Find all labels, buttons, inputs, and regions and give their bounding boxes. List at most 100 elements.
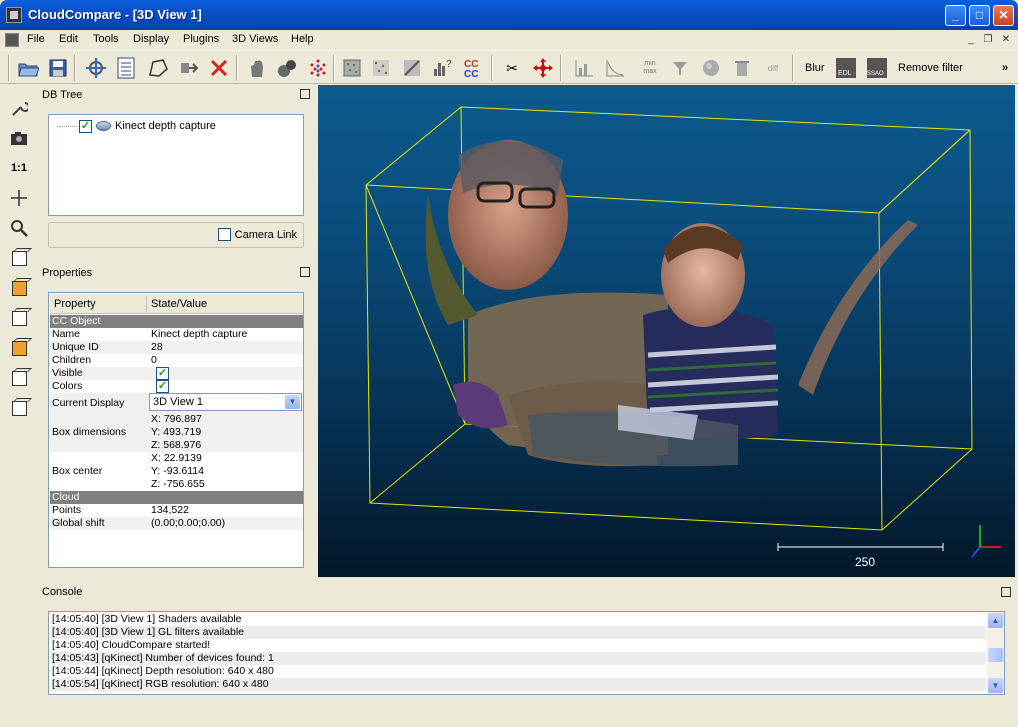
sphere-icon[interactable] [699,56,723,80]
menu-edit[interactable]: Edit [59,33,78,45]
properties-list-icon[interactable] [114,56,138,80]
table-row: Points 134,522 [50,504,303,517]
mdi-restore-icon[interactable]: ❐ [981,33,995,46]
section-label: CC Object [52,315,101,327]
camera-link-checkbox[interactable] [217,228,231,241]
tree-branch-line [59,125,77,127]
scale-label: 250 [855,555,876,569]
toolbar-separator [333,55,335,81]
top-view-cube-icon[interactable] [8,247,30,269]
translate-icon[interactable] [177,56,201,80]
scroll-up-icon[interactable]: ▲ [988,613,1003,628]
prop-key: Current Display [52,397,125,409]
front-view-cube-icon[interactable] [8,277,30,299]
menu-plugins[interactable]: Plugins [183,33,219,45]
minimize-button[interactable]: _ [945,5,966,26]
curve-icon[interactable] [603,56,627,80]
trash-icon[interactable] [730,56,754,80]
prop-key: Box dimensions [52,426,127,438]
toolbar-overflow-icon[interactable]: » [1002,62,1008,74]
back-view-cube-icon[interactable] [8,337,30,359]
bottom-view-cube-icon[interactable] [8,397,30,419]
toolbar-separator [792,55,794,81]
properties-header: Property State/Value [50,294,303,314]
float-dock-icon[interactable] [300,89,310,99]
app-icon [6,7,22,23]
console-log[interactable]: [14:05:40] [3D View 1] Shaders available… [48,611,1005,695]
console-dock-title: Console [38,584,1015,600]
diff-icon[interactable]: diff [761,56,785,80]
chart-icon[interactable] [572,56,596,80]
column-divider [146,296,147,312]
left-view-cube-icon[interactable] [8,307,30,329]
section-cc-object: CC Object [50,315,303,328]
prop-value[interactable]: Kinect depth capture [151,328,247,340]
minmax-icon[interactable]: min max [638,56,662,80]
mdi-close-icon[interactable]: ✕ [999,33,1013,46]
zoom-1-to-1-button[interactable]: 1:1 [8,157,30,179]
menu-help[interactable]: Help [291,33,314,45]
menu-tools[interactable]: Tools [93,33,119,45]
scroll-down-icon[interactable]: ▼ [988,678,1003,693]
remove-filter-button[interactable]: Remove filter [898,62,963,74]
camera-link-option[interactable]: Camera Link [217,228,297,241]
sample-icon[interactable] [275,56,299,80]
scissors-icon[interactable]: ✂ [500,56,524,80]
colors-checkbox[interactable]: ✓ [156,380,169,393]
center-cross-icon[interactable] [8,187,30,209]
segment-icon[interactable] [146,56,170,80]
chevron-down-icon[interactable]: ▼ [285,395,300,409]
float-dock-icon[interactable] [1001,587,1011,597]
delete-icon[interactable] [207,56,231,80]
view-toolbar: 1:1 [0,85,38,581]
db-tree-dock-title: DB Tree [38,86,314,104]
color-compare-icon[interactable]: CC CC [462,56,486,80]
blur-button[interactable]: Blur [805,62,825,74]
menu-display[interactable]: Display [133,33,169,45]
prop-value: (0.00;0.00;0.00) [151,517,226,529]
column-value[interactable]: State/Value [151,298,207,310]
gradient-icon[interactable] [400,56,424,80]
column-property[interactable]: Property [54,298,96,310]
current-display-select[interactable]: 3D View 1 ▼ [149,393,302,411]
float-dock-icon[interactable] [300,267,310,277]
toolbar-grip [8,55,10,81]
right-view-cube-icon[interactable] [8,367,30,389]
camera-icon[interactable] [8,127,30,149]
magnifier-icon[interactable] [8,217,30,239]
toolbar-separator [560,55,562,81]
scroll-thumb[interactable] [988,648,1003,662]
menu-file[interactable]: File [27,33,45,45]
menu-3d-views[interactable]: 3D Views [232,33,278,45]
3d-view[interactable]: 250 [318,85,1015,577]
prop-value: ✓ [156,380,169,393]
ssao-shader-icon[interactable]: SSAO [865,56,889,80]
properties-table: Property State/Value CC Object Name Kinec… [48,292,304,568]
registration-icon[interactable] [84,56,108,80]
open-folder-icon[interactable] [16,56,40,80]
mdi-minimize-icon[interactable]: _ [964,33,978,46]
visible-checkbox[interactable]: ✓ [156,367,169,380]
console-line: [14:05:40] CloudCompare started! [52,639,211,651]
console-scrollbar[interactable]: ▲ ▼ [987,612,1004,694]
scale-bar [777,543,944,551]
maximize-button[interactable]: □ [969,5,990,26]
scalar-field-icon[interactable] [369,56,393,80]
console-title: Console [42,586,83,598]
document-icon[interactable] [5,33,19,47]
mesh-icon[interactable] [340,56,364,80]
close-button[interactable]: ✕ [993,5,1014,26]
hand-icon[interactable] [245,56,269,80]
save-icon[interactable] [46,56,70,80]
main-toolbar: ? CC CC ✂ min max diff Blur EDL SSAO Remo… [0,50,1018,84]
wrench-icon[interactable] [8,97,30,119]
funnel-icon[interactable] [668,56,692,80]
subsample-icon[interactable] [306,56,330,80]
tree-item-checkbox[interactable]: ✓ [79,119,92,133]
transform-icon[interactable] [531,56,555,80]
edl-shader-icon[interactable]: EDL [834,56,858,80]
console-line: [14:05:54] [qKinect] RGB resolution: 640… [51,678,986,691]
prop-value: 28 [151,341,163,353]
histogram-icon[interactable]: ? [430,56,454,80]
tree-item[interactable]: ✓ Kinect depth capture [59,118,216,134]
